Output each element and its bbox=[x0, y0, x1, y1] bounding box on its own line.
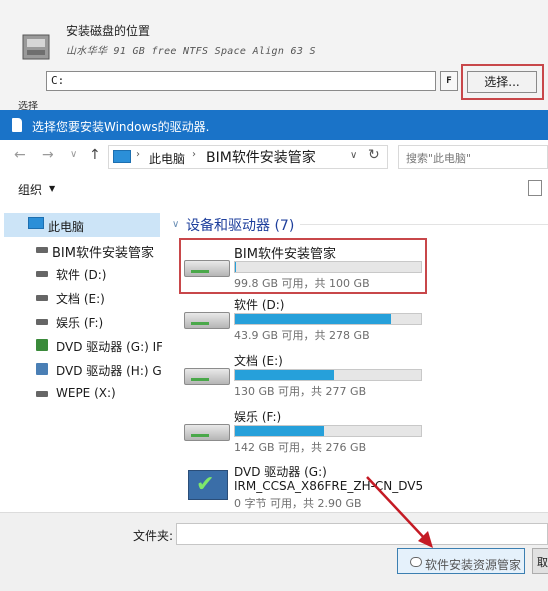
nav-item-label: WEPE (X:) bbox=[56, 386, 116, 400]
chevron-right-icon[interactable]: › bbox=[136, 149, 140, 160]
nav-item-label: 娱乐 (F:) bbox=[56, 316, 104, 330]
nav-item-drive-e[interactable]: 文档 (E:) bbox=[0, 287, 162, 309]
usage-bar bbox=[234, 425, 422, 437]
hard-drive-icon bbox=[184, 368, 230, 385]
wechat-icon bbox=[410, 557, 422, 567]
drive-free-space: 142 GB 可用，共 276 GB bbox=[234, 441, 367, 454]
usage-bar bbox=[234, 313, 422, 325]
nav-item-drive-d[interactable]: 软件 (D:) bbox=[0, 263, 162, 285]
drive-name: 软件 (D:) bbox=[234, 298, 285, 312]
computer-icon bbox=[28, 217, 44, 229]
group-header[interactable]: 设备和驱动器 (7) bbox=[186, 215, 294, 235]
nav-item-label: 软件 (D:) bbox=[56, 268, 107, 282]
drive-icon bbox=[36, 271, 48, 277]
drive-icon bbox=[36, 319, 48, 325]
chevron-down-icon[interactable]: ∨ bbox=[350, 150, 357, 161]
organize-button[interactable]: 组织 bbox=[18, 181, 42, 198]
breadcrumb-this-pc[interactable]: 此电脑 bbox=[149, 150, 185, 167]
truncated-label: 选择 bbox=[18, 101, 38, 110]
view-options-icon[interactable] bbox=[528, 180, 542, 196]
group-divider bbox=[300, 224, 548, 225]
nav-item-label: 文档 (E:) bbox=[56, 292, 105, 306]
nav-item-label: BIM软件安装管家 bbox=[52, 246, 154, 261]
drive-highlight bbox=[179, 238, 427, 294]
usage-fill bbox=[235, 426, 325, 436]
hard-drive-icon bbox=[184, 424, 230, 441]
install-path-field[interactable]: C: bbox=[46, 71, 436, 91]
usage-fill bbox=[235, 314, 392, 324]
refresh-icon[interactable]: ↻ bbox=[368, 147, 380, 163]
dvd-drive-name[interactable]: DVD 驱动器 (G:) bbox=[234, 463, 327, 480]
drive-icon bbox=[36, 295, 48, 301]
drive-free-space: 43.9 GB 可用，共 278 GB bbox=[234, 329, 370, 342]
drive-tile-f[interactable]: 娱乐 (F:) 142 GB 可用，共 276 GB bbox=[180, 404, 430, 458]
usage-fill bbox=[235, 370, 334, 380]
hard-disk-icon bbox=[22, 34, 50, 60]
dvd-free-space: 0 字节 可用，共 2.90 GB bbox=[234, 497, 362, 510]
dvd-drive-icon bbox=[36, 339, 48, 351]
nav-item-wepe[interactable]: WEPE (X:) bbox=[0, 383, 162, 405]
caret-down-icon[interactable]: ▼ bbox=[49, 184, 55, 193]
up-arrow-icon[interactable]: ↑ bbox=[89, 147, 101, 163]
checkmark-icon: ✔ bbox=[196, 472, 215, 497]
drive-icon bbox=[36, 247, 48, 253]
folder-input[interactable] bbox=[176, 523, 548, 545]
drive-icon bbox=[36, 391, 48, 397]
nav-item-drive-f[interactable]: 娱乐 (F:) bbox=[0, 311, 162, 333]
format-button[interactable]: F bbox=[440, 71, 458, 91]
drive-name: 娱乐 (F:) bbox=[234, 410, 282, 424]
hard-drive-icon bbox=[184, 312, 230, 329]
nav-item-dvd-g[interactable]: DVD 驱动器 (G:) IF bbox=[0, 335, 162, 357]
nav-item-label: 此电脑 bbox=[48, 220, 85, 234]
watermark-text: 软件安装资源管家 bbox=[425, 558, 522, 572]
drive-tile-d[interactable]: 软件 (D:) 43.9 GB 可用，共 278 GB bbox=[180, 292, 430, 346]
folder-label: 文件夹: bbox=[133, 529, 174, 543]
collapse-icon[interactable]: ∨ bbox=[172, 219, 179, 230]
nav-item-label: DVD 驱动器 (G:) IF bbox=[56, 340, 162, 354]
disk-location-title: 安装磁盘的位置 bbox=[66, 24, 151, 38]
drive-name: 文档 (E:) bbox=[234, 354, 283, 368]
dvd-volume-label: IRM_CCSA_X86FRE_ZH-CN_DV5 bbox=[234, 479, 424, 493]
drive-tile-e[interactable]: 文档 (E:) 130 GB 可用，共 277 GB bbox=[180, 348, 430, 402]
chevron-right-icon[interactable]: › bbox=[192, 149, 196, 160]
nav-item-label: DVD 驱动器 (H:) G bbox=[56, 364, 162, 378]
usage-bar bbox=[234, 369, 422, 381]
forward-arrow-icon[interactable]: → bbox=[42, 147, 54, 163]
dvd-drive-icon bbox=[36, 363, 48, 375]
search-placeholder: 搜索"此电脑" bbox=[406, 152, 472, 165]
disk-info-text: 山水华华 91 GB free NTFS Space Align 63 S bbox=[66, 46, 316, 57]
breadcrumb-folder[interactable]: BIM软件安装管家 bbox=[206, 147, 316, 167]
document-icon bbox=[12, 118, 22, 132]
choose-button[interactable]: 选择... bbox=[467, 71, 537, 93]
command-bar bbox=[0, 174, 548, 204]
nav-item-dvd-h[interactable]: DVD 驱动器 (H:) G bbox=[0, 359, 162, 381]
back-arrow-icon[interactable]: ← bbox=[14, 147, 26, 163]
recent-locations-icon[interactable]: ∨ bbox=[70, 149, 77, 160]
drive-free-space: 130 GB 可用，共 277 GB bbox=[234, 385, 367, 398]
cancel-button[interactable]: 取 bbox=[532, 548, 548, 574]
nav-item-bim[interactable]: BIM软件安装管家 bbox=[0, 239, 162, 261]
dialog-title: 选择您要安装Windows的驱动器. bbox=[32, 120, 210, 134]
computer-icon bbox=[113, 150, 131, 163]
